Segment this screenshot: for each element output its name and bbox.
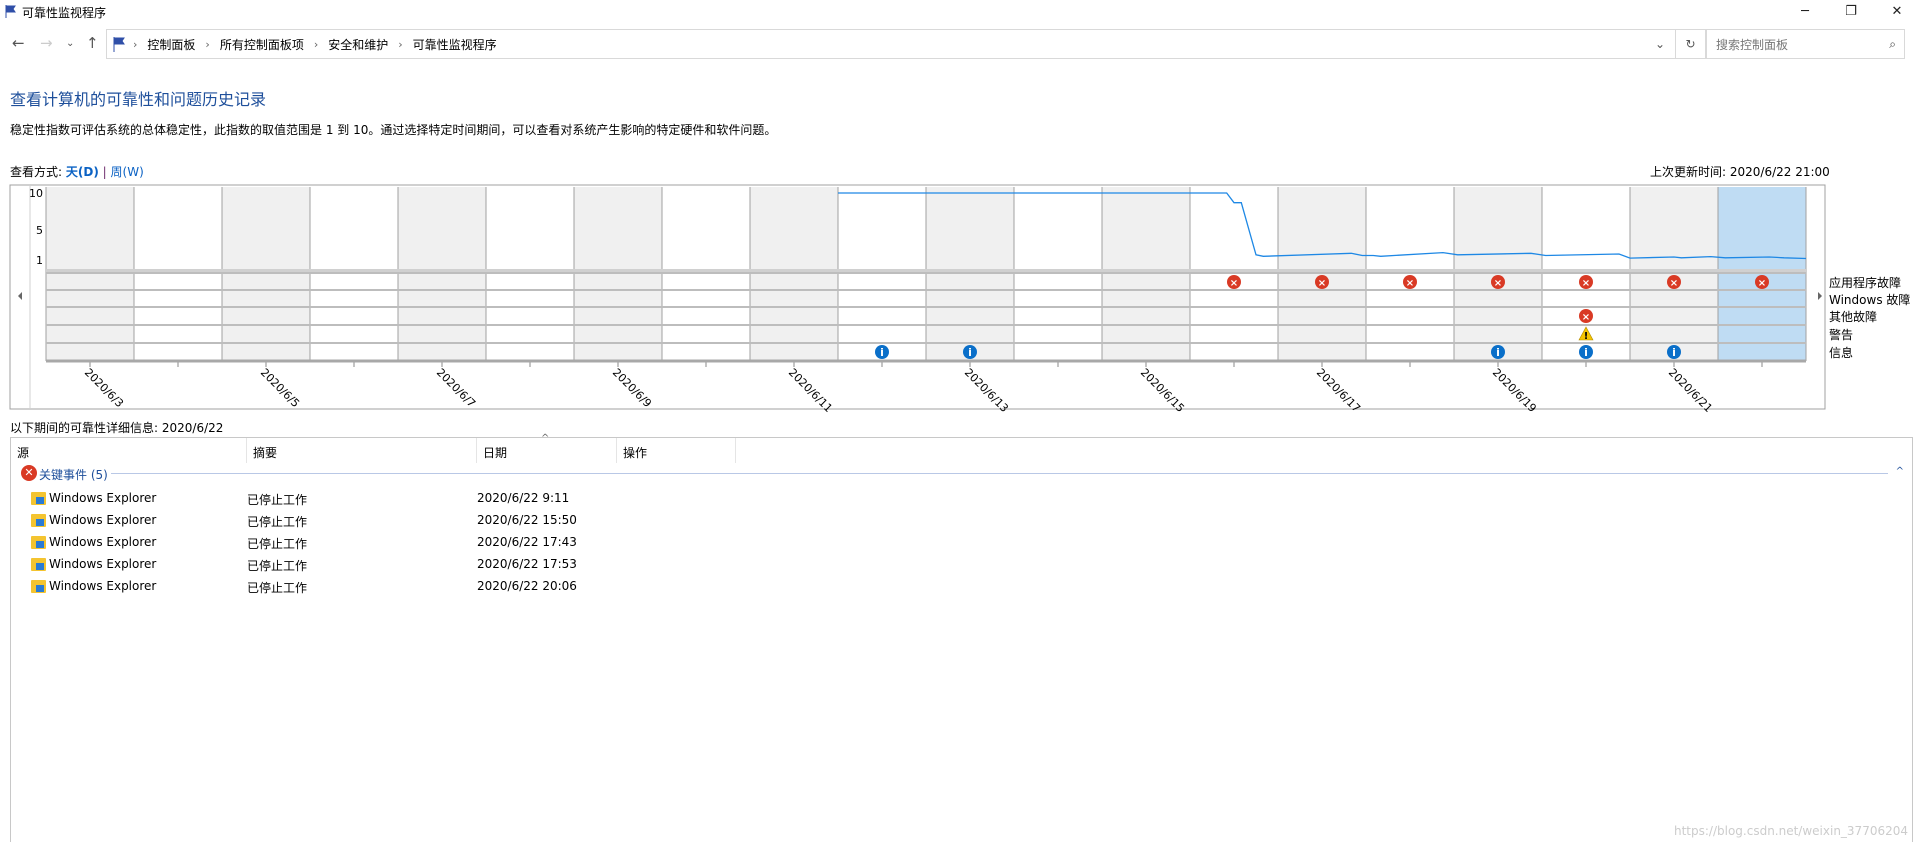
y-tick-label: 1 — [36, 254, 43, 267]
summary-cell: 已停止工作 — [247, 537, 308, 551]
event-row-label: 其他故障 — [1829, 310, 1878, 324]
source-cell: Windows Explorer — [49, 535, 157, 549]
summary-cell: 已停止工作 — [247, 559, 308, 573]
icon-glyph: × — [1406, 278, 1414, 289]
column-header-action[interactable]: 操作 — [617, 438, 736, 463]
table-row[interactable]: Windows Explorer 已停止工作 2020/6/22 17:43 — [11, 532, 1912, 552]
table-row[interactable]: Windows Explorer 已停止工作 2020/6/22 17:53 — [11, 554, 1912, 574]
event-list[interactable]: 源 摘要 日期 ^ 操作 ✕ 关键事件 (5) ^ Windows Explor… — [10, 433, 1913, 842]
column-header-source[interactable]: 源 — [11, 438, 247, 463]
summary-cell: 已停止工作 — [247, 493, 308, 507]
error-icon: × — [1403, 275, 1417, 289]
collapse-icon[interactable]: ^ — [1896, 466, 1904, 477]
group-divider — [111, 473, 1888, 474]
icon-glyph: × — [1582, 278, 1590, 289]
event-row-label: 信息 — [1829, 346, 1854, 360]
table-row[interactable]: Windows Explorer 已停止工作 2020/6/22 9:11 — [11, 488, 1912, 508]
event-row-label: Windows 故障 — [1829, 293, 1911, 307]
warning-mark: ! — [1584, 331, 1589, 342]
info-icon: i — [875, 345, 889, 359]
explorer-icon — [31, 580, 46, 593]
info-icon: i — [1491, 345, 1505, 359]
source-cell: Windows Explorer — [49, 491, 157, 505]
error-icon: × — [1755, 275, 1769, 289]
source-cell: Windows Explorer — [49, 579, 157, 593]
table-row[interactable]: Windows Explorer 已停止工作 2020/6/22 15:50 — [11, 510, 1912, 530]
error-icon: × — [1579, 275, 1593, 289]
source-cell: Windows Explorer — [49, 513, 157, 527]
icon-glyph: i — [1584, 346, 1588, 359]
error-icon: × — [1227, 275, 1241, 289]
info-icon: i — [963, 345, 977, 359]
detail-label: 以下期间的可靠性详细信息: 2020/6/22 — [10, 421, 224, 435]
icon-glyph: i — [968, 346, 972, 359]
table-row[interactable]: Windows Explorer 已停止工作 2020/6/22 20:06 — [11, 576, 1912, 596]
explorer-icon — [31, 492, 46, 505]
icon-glyph: × — [1318, 278, 1326, 289]
icon-glyph: × — [1494, 278, 1502, 289]
icon-glyph: i — [1672, 346, 1676, 359]
y-tick-label: 10 — [29, 187, 43, 200]
summary-cell: 已停止工作 — [247, 581, 308, 595]
date-cell: 2020/6/22 20:06 — [477, 579, 577, 593]
date-cell: 2020/6/22 15:50 — [477, 513, 577, 527]
date-cell: 2020/6/22 17:43 — [477, 535, 577, 549]
date-cell: 2020/6/22 17:53 — [477, 557, 577, 571]
watermark: https://blog.csdn.net/weixin_37706204 — [1673, 824, 1908, 838]
explorer-icon — [31, 558, 46, 571]
error-icon: × — [1579, 309, 1593, 323]
group-header-critical[interactable]: ✕ 关键事件 (5) ^ — [11, 463, 1912, 483]
icon-glyph: i — [1496, 346, 1500, 359]
error-icon: × — [1315, 275, 1329, 289]
event-row-label: 警告 — [1829, 328, 1854, 342]
icon-glyph: × — [1758, 278, 1766, 289]
summary-cell: 已停止工作 — [247, 515, 308, 529]
info-icon: i — [1579, 345, 1593, 359]
info-icon: i — [1667, 345, 1681, 359]
explorer-icon — [31, 514, 46, 527]
event-row-label: 应用程序故障 — [1829, 276, 1902, 290]
icon-glyph: × — [1670, 278, 1678, 289]
icon-glyph: × — [1230, 278, 1238, 289]
error-icon: × — [1491, 275, 1505, 289]
icon-glyph: × — [1582, 312, 1590, 323]
source-cell: Windows Explorer — [49, 557, 157, 571]
sort-ascending-icon: ^ — [541, 433, 550, 444]
explorer-icon — [31, 536, 46, 549]
column-header-summary[interactable]: 摘要 — [247, 438, 477, 463]
y-tick-label: 5 — [36, 224, 43, 237]
error-icon: ✕ — [21, 465, 37, 481]
group-label: 关键事件 (5) — [39, 468, 108, 482]
error-icon: × — [1667, 275, 1681, 289]
date-cell: 2020/6/22 9:11 — [477, 491, 570, 505]
icon-glyph: i — [880, 346, 884, 359]
reliability-chart[interactable]: 10512020/6/3 2020/6/5 2020/6/7 2020/6/9 2020… — [0, 0, 1920, 420]
